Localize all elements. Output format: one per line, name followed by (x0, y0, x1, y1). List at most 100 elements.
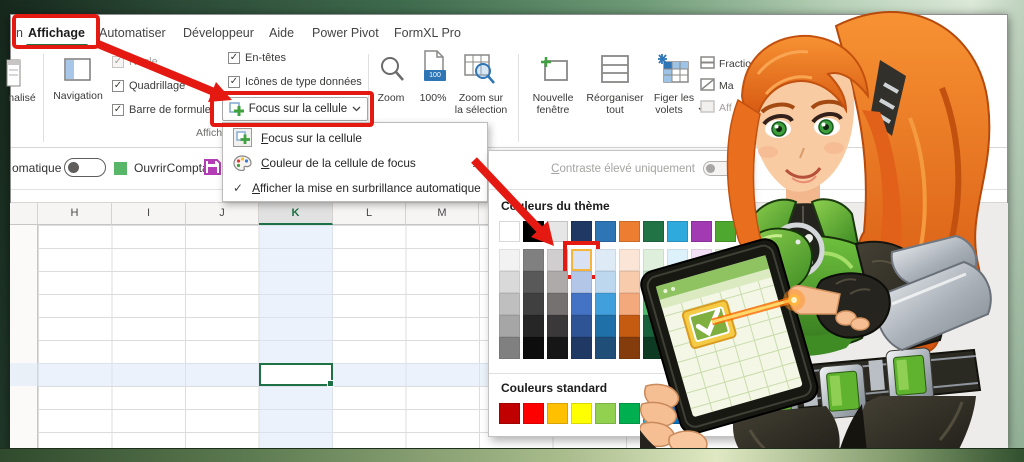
new-window-button-line2[interactable]: fenêtre (522, 104, 584, 116)
theme-color-swatch[interactable] (547, 221, 568, 242)
theme-tint-swatch[interactable] (595, 293, 616, 315)
standard-color-swatch[interactable] (571, 403, 592, 424)
theme-tint-swatch[interactable] (499, 271, 520, 293)
focus-cell-icon (229, 102, 244, 117)
autosave-toggle[interactable] (64, 158, 106, 177)
tab-power-pivot[interactable]: Power Pivot (312, 26, 379, 40)
new-window-button[interactable]: Nouvelle (522, 92, 584, 104)
zoom-100-badge: 100 (424, 70, 446, 81)
bottom-frame-bar (0, 448, 1024, 462)
standard-color-swatch[interactable] (595, 403, 616, 424)
checkbox-regle[interactable]: ✓ Règle (112, 54, 158, 69)
theme-tint-swatch[interactable] (571, 293, 592, 315)
zoom-selection-button[interactable]: Zoom sur (450, 92, 512, 104)
theme-tint-swatch[interactable] (619, 337, 640, 359)
column-header-i[interactable]: I (112, 203, 186, 225)
theme-tint-swatch[interactable] (571, 315, 592, 337)
theme-tint-swatch[interactable] (523, 293, 544, 315)
zoom-selection-button-line2[interactable]: la sélection (450, 104, 512, 116)
standard-color-swatch[interactable] (499, 403, 520, 424)
zoom-button[interactable]: Zoom (368, 92, 414, 104)
autosave-label-partial: omatique (12, 161, 61, 175)
column-header-k-selected[interactable]: K (259, 203, 333, 225)
tab-aide[interactable]: Aide (269, 26, 294, 40)
checkbox-check-icon: ✓ (112, 56, 124, 68)
corner-header[interactable] (10, 203, 38, 225)
theme-tint-swatch[interactable] (547, 315, 568, 337)
save-icon[interactable] (204, 157, 221, 176)
character-illustration (640, 0, 1024, 462)
row-header-column[interactable] (10, 225, 38, 450)
checkmark-icon: ✓ (233, 181, 243, 195)
theme-tint-swatch[interactable] (499, 293, 520, 315)
theme-tint-swatch[interactable] (499, 315, 520, 337)
theme-tint-swatch[interactable] (523, 337, 544, 359)
checkbox-icones-donnees[interactable]: ✓ Icônes de type données (228, 74, 362, 89)
theme-tint-swatch[interactable] (499, 337, 520, 359)
selected-cell[interactable] (259, 363, 333, 386)
theme-tint-swatch[interactable] (547, 249, 568, 271)
theme-color-swatch[interactable] (619, 221, 640, 242)
menu-item-auto-highlight[interactable]: ✓ Afficher la mise en surbrillance autom… (223, 175, 487, 200)
theme-tint-swatch[interactable] (571, 337, 592, 359)
menu-item-focus-cell[interactable]: Focus sur la cellule (223, 125, 487, 150)
theme-tint-swatch[interactable] (619, 271, 640, 293)
theme-color-swatch[interactable] (595, 221, 616, 242)
theme-tint-swatch[interactable] (571, 249, 592, 271)
focus-cell-dropdown-button[interactable]: Focus sur la cellule (222, 97, 368, 121)
screenshot-stage: n Affichage Automatiser Développeur Aide… (0, 0, 1024, 462)
standard-color-swatch[interactable] (523, 403, 544, 424)
column-header-j[interactable]: J (186, 203, 259, 225)
theme-color-swatch[interactable] (523, 221, 544, 242)
theme-tint-swatch[interactable] (595, 337, 616, 359)
standard-color-swatch[interactable] (547, 403, 568, 424)
column-header-l[interactable]: L (333, 203, 406, 225)
theme-tint-swatch[interactable] (595, 249, 616, 271)
checkbox-check-icon: ✓ (112, 104, 124, 116)
theme-tint-swatch[interactable] (571, 271, 592, 293)
checkbox-check-icon: ✓ (112, 80, 124, 92)
tab-partial[interactable]: n (16, 26, 23, 40)
theme-tint-swatch[interactable] (595, 315, 616, 337)
theme-tint-swatch[interactable] (523, 249, 544, 271)
theme-tint-swatch[interactable] (523, 271, 544, 293)
theme-tint-swatch[interactable] (619, 293, 640, 315)
column-header-m[interactable]: M (406, 203, 479, 225)
checkbox-quadrillage[interactable]: ✓ Quadrillage (112, 78, 185, 93)
standard-color-swatch[interactable] (619, 403, 640, 424)
theme-colors-title: Couleurs du thème (501, 199, 610, 213)
menu-item-focus-cell-color[interactable]: Couleur de la cellule de focus › (223, 150, 487, 175)
workbook-name[interactable]: OuvrirCompta (134, 161, 209, 175)
partial-ribbon-icon (6, 58, 22, 90)
checkbox-entetes[interactable]: ✓ En-têtes (228, 50, 286, 65)
checkbox-check-icon: ✓ (228, 52, 240, 64)
theme-tint-swatch[interactable] (619, 249, 640, 271)
theme-tint-swatch[interactable] (547, 271, 568, 293)
checkbox-barre-formule[interactable]: ✓ Barre de formule (112, 102, 211, 117)
partial-button-label[interactable]: nalisé (0, 92, 44, 104)
theme-color-swatch[interactable] (499, 221, 520, 242)
group-divider (518, 54, 519, 142)
theme-tint-swatch[interactable] (595, 271, 616, 293)
column-header-h[interactable]: H (38, 203, 112, 225)
navigation-button[interactable]: Navigation (50, 90, 106, 102)
theme-tint-swatch[interactable] (619, 315, 640, 337)
tab-automatiser[interactable]: Automatiser (99, 26, 166, 40)
chevron-down-icon (352, 106, 361, 112)
zoom-100-button[interactable]: 100% (412, 92, 454, 104)
active-tab-underline (26, 44, 88, 47)
tab-formxl-pro[interactable]: FormXL Pro (394, 26, 461, 40)
palette-icon (233, 155, 252, 171)
focus-cell-icon (233, 128, 252, 147)
theme-tint-swatch[interactable] (523, 315, 544, 337)
theme-color-swatch[interactable] (571, 221, 592, 242)
theme-tint-swatch[interactable] (547, 293, 568, 315)
navigation-icon (64, 58, 92, 82)
theme-tint-swatch[interactable] (499, 249, 520, 271)
tab-affichage[interactable]: Affichage (28, 26, 85, 40)
tab-developpeur[interactable]: Développeur (183, 26, 254, 40)
focus-column-highlight (259, 225, 333, 450)
arrange-all-icon (600, 54, 630, 84)
theme-tint-swatch[interactable] (547, 337, 568, 359)
standard-colors-title: Couleurs standard (501, 381, 607, 395)
